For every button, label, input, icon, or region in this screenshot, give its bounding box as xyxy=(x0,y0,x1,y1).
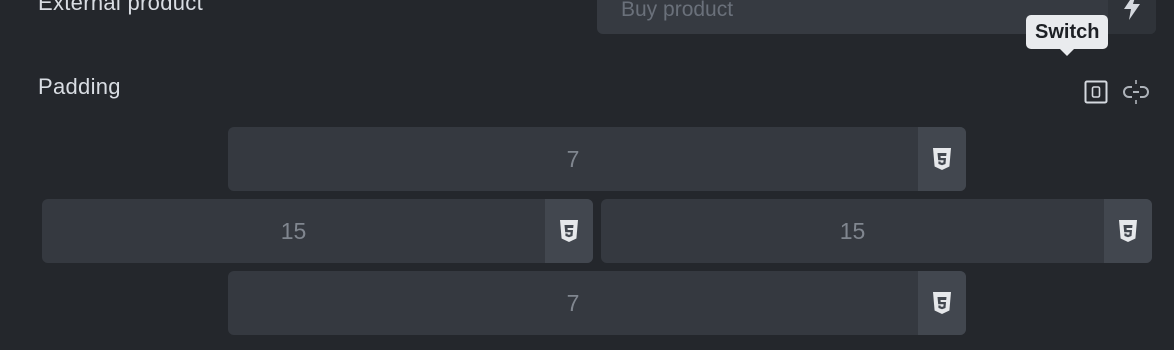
switch-icon-graphic xyxy=(1084,80,1108,104)
switch-tooltip: Switch xyxy=(1026,15,1109,56)
dynamic-data-button[interactable] xyxy=(1108,0,1156,34)
padding-right-value: 15 xyxy=(839,218,866,244)
external-product-placeholder: Buy product xyxy=(621,0,734,21)
padding-label: Padding xyxy=(38,74,121,99)
padding-right-unit-button[interactable] xyxy=(1104,199,1152,263)
padding-bottom-unit-button[interactable] xyxy=(918,271,966,335)
padding-right-field[interactable]: 15 xyxy=(601,199,1152,263)
padding-top-unit-button[interactable] xyxy=(918,127,966,191)
css3-icon xyxy=(1119,220,1137,242)
css3-icon xyxy=(933,148,951,170)
css3-icon xyxy=(933,292,951,314)
padding-bottom-field[interactable]: 7 xyxy=(228,271,966,335)
unlink-icon-graphic xyxy=(1123,80,1149,104)
padding-bottom-value: 7 xyxy=(566,290,580,316)
external-product-label: External product xyxy=(38,0,203,15)
unlink-icon[interactable] xyxy=(1122,78,1150,106)
padding-left-value: 15 xyxy=(280,218,307,244)
padding-left-unit-button[interactable] xyxy=(545,199,593,263)
padding-top-value: 7 xyxy=(566,146,580,172)
padding-top-field[interactable]: 7 xyxy=(228,127,966,191)
padding-left-field[interactable]: 15 xyxy=(42,199,593,263)
lightning-icon xyxy=(1124,0,1140,20)
switch-icon[interactable] xyxy=(1084,80,1108,104)
css3-icon xyxy=(560,220,578,242)
settings-panel: External product Buy product Padding Swi… xyxy=(0,0,1174,350)
